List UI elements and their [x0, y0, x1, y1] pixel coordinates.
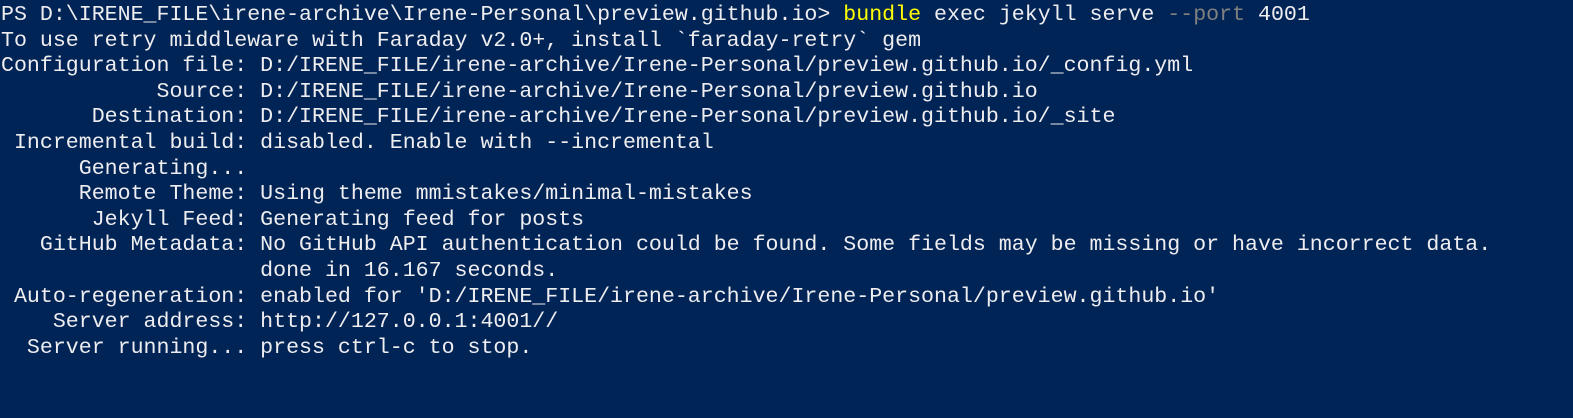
terminal-output[interactable]: PS D:\IRENE_FILE\irene-archive\Irene-Per…: [0, 0, 1573, 361]
command-args: exec jekyll serve: [921, 3, 1168, 27]
prompt-path: PS D:\IRENE_FILE\irene-archive\Irene-Per…: [1, 3, 844, 27]
output-line: done in 16.167 seconds.: [1, 258, 559, 283]
output-line: Remote Theme: Using theme mmistakes/mini…: [1, 182, 753, 207]
output-line: Incremental build: disabled. Enable with…: [1, 130, 714, 155]
command-args-value: 4001: [1245, 3, 1310, 27]
server-address-line: Server address: http://127.0.0.1:4001//: [1, 310, 559, 335]
output-line: GitHub Metadata: No GitHub API authentic…: [1, 233, 1492, 258]
output-line: Auto-regeneration: enabled for 'D:/IRENE…: [1, 284, 1220, 309]
output-line: Destination: D:/IRENE_FILE/irene-archive…: [1, 105, 1116, 130]
prompt-line: PS D:\IRENE_FILE\irene-archive\Irene-Per…: [1, 3, 1573, 29]
output-line: To use retry middleware with Faraday v2.…: [1, 28, 922, 53]
command-parameter: --port: [1167, 3, 1246, 27]
output-line: Jekyll Feed: Generating feed for posts: [1, 207, 585, 232]
output-line: Source: D:/IRENE_FILE/irene-archive/Iren…: [1, 79, 1038, 104]
command-name: bundle: [843, 3, 922, 27]
output-line: Generating...: [1, 156, 248, 181]
output-line: Configuration file: D:/IRENE_FILE/irene-…: [1, 54, 1194, 79]
output-line: Server running... press ctrl-c to stop.: [1, 335, 533, 360]
